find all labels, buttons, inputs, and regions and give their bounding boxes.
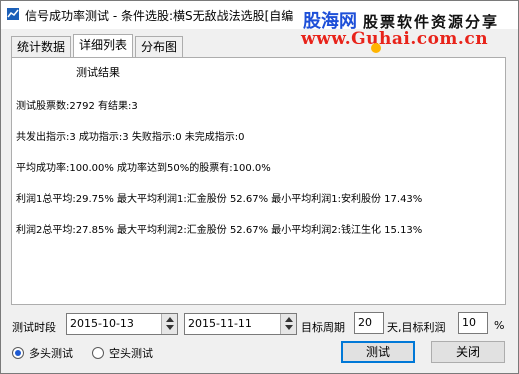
result-line-signals: 共发出指示:3 成功指示:3 失败指示:0 未完成指示:0 [16, 132, 245, 143]
target-period-input[interactable]: 20 [354, 312, 384, 334]
target-profit-input[interactable]: 10 [458, 312, 488, 334]
tab-bar: 统计数据 详细列表 分布图 [11, 34, 185, 58]
spin-down-icon[interactable] [166, 325, 174, 330]
test-button[interactable]: 测试 [341, 341, 415, 363]
signal-test-window: 信号成功率测试 - 条件选股:横S无敌战法选股[自编 股海网 股票软件资源分享 w… [0, 0, 519, 374]
start-date-value: 2015-10-13 [70, 317, 134, 330]
results-heading: 测试结果 [76, 66, 120, 79]
result-line-profit-1: 利润1总平均:29.75% 最大平均利润1:汇金股份 52.67% 最小平均利润… [16, 194, 423, 205]
close-button[interactable]: 关闭 [431, 341, 505, 363]
watermark-url: www.Guhai.com.cn [301, 29, 489, 49]
window-title: 信号成功率测试 - 条件选股:横S无敌战法选股[自编 [25, 9, 294, 23]
radio-unselected-icon[interactable] [92, 347, 104, 359]
result-line-success-rate: 平均成功率:100.00% 成功率达到50%的股票有:100.0% [16, 163, 271, 174]
result-line-stock-count: 测试股票数:2792 有结果:3 [16, 101, 138, 112]
percent-label: % [494, 319, 505, 332]
tab-detail-list[interactable]: 详细列表 [73, 34, 134, 57]
radio-short-label: 空头测试 [109, 347, 153, 360]
period-label: 测试时段 [12, 321, 56, 334]
start-date-picker[interactable]: 2015-10-13 [66, 313, 178, 335]
results-panel: 测试结果 测试股票数:2792 有结果:3 共发出指示:3 成功指示:3 失败指… [11, 57, 506, 305]
tab-distribution-chart[interactable]: 分布图 [135, 36, 184, 57]
end-date-spinner[interactable] [280, 314, 296, 334]
tab-statistics[interactable]: 统计数据 [11, 36, 72, 57]
app-icon [7, 8, 19, 20]
watermark: 股海网 股票软件资源分享 www.Guhai.com.cn [301, 3, 518, 53]
target-period-label: 目标周期 [301, 321, 345, 334]
spin-up-icon[interactable] [166, 317, 174, 322]
watermark-dot-icon [371, 43, 381, 53]
target-profit-label: 天,目标利润 [387, 321, 446, 334]
radio-long-test[interactable]: 多头测试 [12, 345, 73, 361]
start-date-spinner[interactable] [161, 314, 177, 334]
radio-short-test[interactable]: 空头测试 [92, 345, 153, 361]
end-date-value: 2015-11-11 [188, 317, 252, 330]
radio-selected-icon[interactable] [12, 347, 24, 359]
spin-down-icon[interactable] [285, 325, 293, 330]
spin-up-icon[interactable] [285, 317, 293, 322]
result-line-profit-2: 利润2总平均:27.85% 最大平均利润2:汇金股份 52.67% 最小平均利润… [16, 225, 423, 236]
radio-long-label: 多头测试 [29, 347, 73, 360]
end-date-picker[interactable]: 2015-11-11 [184, 313, 297, 335]
results-text-area[interactable]: 测试结果 测试股票数:2792 有结果:3 共发出指示:3 成功指示:3 失败指… [14, 60, 505, 304]
